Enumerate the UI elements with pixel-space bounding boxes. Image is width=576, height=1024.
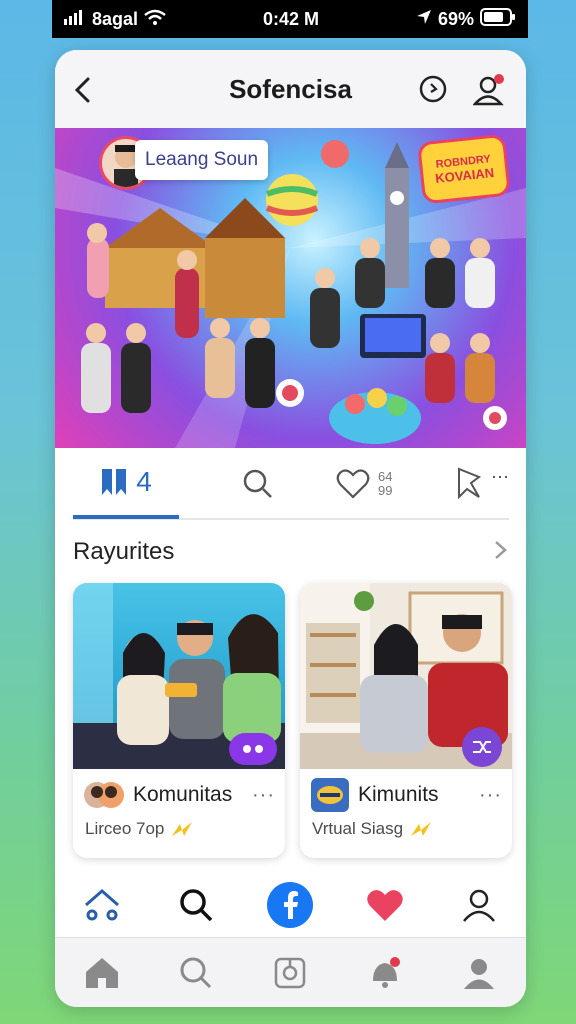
section-chevron-button[interactable] (493, 539, 509, 566)
card-subtitle-row: Vrtual Siasg (312, 819, 435, 839)
nav-search-button[interactable] (172, 881, 220, 929)
chevron-right-icon (495, 540, 507, 559)
sparkle-icon (411, 822, 432, 836)
user-filled-icon (463, 959, 494, 989)
more-dots[interactable]: ··· (491, 466, 509, 487)
card-name: Kimunits (358, 783, 439, 806)
sys-search-button[interactable] (172, 949, 220, 997)
facebook-icon (267, 882, 314, 928)
page-title: Sofencisa (229, 73, 352, 104)
sys-camera-button[interactable] (266, 949, 314, 997)
system-nav (55, 937, 526, 1007)
banner-chip[interactable]: Leaang Soun (135, 140, 269, 180)
search-icon (180, 957, 212, 989)
card-action-badge[interactable] (462, 727, 502, 767)
user-icon (473, 74, 504, 106)
search-icon (180, 889, 213, 922)
likes-count: 64 99 (378, 469, 393, 498)
tab-bookmarks[interactable]: 4 (73, 449, 179, 519)
card-subtitle-row: Lirceo 7op (85, 819, 196, 839)
section-title: Rayurites (73, 538, 175, 565)
primary-nav (55, 875, 526, 935)
app-header: Sofencisa (55, 50, 526, 128)
heart-filled-icon (366, 890, 403, 921)
home-icon (86, 958, 119, 988)
card-title-row: Kimunits ··· (310, 777, 502, 813)
tab-share[interactable]: ··· (455, 451, 509, 517)
tab-likes[interactable]: 64 99 (336, 451, 393, 517)
banner-badge: ROBNDRY KOVAIAN (417, 133, 511, 205)
card-more-button[interactable]: ··· (479, 784, 502, 807)
section-header: Rayurites (73, 532, 509, 572)
action-tabs: 4 64 99 ··· (73, 450, 509, 520)
signal-icon (64, 9, 86, 30)
search-icon (243, 469, 272, 498)
card-name: Komunitas (133, 783, 233, 806)
battery-icon (480, 7, 516, 31)
search-icon (419, 75, 447, 103)
community-logo-icon (311, 778, 349, 812)
app-window: Sofencisa Leaang Soun ROBNDRY KOVAIAN 4 … (55, 50, 526, 1007)
card-subtitle: Vrtual Siasg (312, 819, 404, 838)
status-bar: 8agal 0:42 M 69% (52, 0, 528, 38)
home-outline-icon (85, 889, 120, 921)
shuffle-icon (473, 741, 491, 753)
sparkle-icon (172, 822, 193, 836)
sys-notifications-button[interactable] (361, 949, 409, 997)
battery-percent: 69% (437, 8, 474, 29)
community-card-2[interactable]: Kimunits ··· Vrtual Siasg (300, 583, 512, 858)
heart-icon (336, 469, 370, 499)
card-title-row: Komunitas ··· (83, 777, 275, 813)
group-avatar-icon (84, 782, 124, 808)
card-more-button[interactable]: ··· (252, 784, 275, 807)
search-button[interactable] (416, 72, 452, 108)
wifi-icon (144, 9, 166, 30)
profile-button[interactable] (472, 72, 508, 108)
notification-bell-icon (372, 957, 400, 988)
card-subtitle: Lirceo 7op (85, 819, 165, 838)
nav-profile-button[interactable] (455, 881, 503, 929)
tab-search[interactable] (242, 451, 274, 517)
card-chat-badge[interactable] (229, 733, 277, 765)
sys-home-button[interactable] (78, 949, 126, 997)
carrier-label: 8agal (92, 8, 139, 29)
user-icon (462, 889, 495, 922)
nav-home-button[interactable] (78, 881, 126, 929)
back-button[interactable] (65, 72, 101, 108)
hero-banner[interactable]: Leaang Soun ROBNDRY KOVAIAN (55, 128, 526, 448)
camera-square-icon (275, 957, 306, 989)
chat-dots-icon (243, 745, 263, 753)
bookmark-icon (102, 469, 127, 495)
share-icon (458, 467, 482, 500)
location-icon (416, 9, 432, 30)
back-arrow-icon (74, 77, 90, 103)
nav-facebook-button[interactable] (266, 881, 314, 929)
tab-bookmarks-count: 4 (136, 466, 152, 497)
status-time: 0:42 M (262, 8, 320, 29)
nav-likes-button[interactable] (361, 881, 409, 929)
sys-profile-button[interactable] (455, 949, 503, 997)
community-card-1[interactable]: Komunitas ··· Lirceo 7op (73, 583, 285, 858)
